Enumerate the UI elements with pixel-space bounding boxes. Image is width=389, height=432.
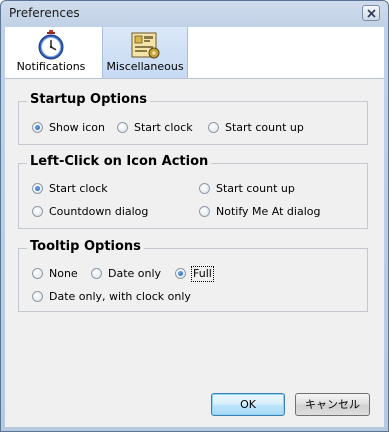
radio-label: Countdown dialog [49,205,149,218]
left-click-action-group: Left-Click on Icon Action Start clock St… [18,154,368,229]
radio-circle [199,183,210,194]
radio-label: Start count up [216,182,295,195]
tab-notifications-label: Notifications [16,60,86,73]
radio-circle [208,122,219,133]
radio-label: Show icon [49,121,105,134]
tab-miscellaneous-label: Miscellaneous [106,60,184,73]
preferences-window: Preferences Notifications Miscellaneous … [0,0,389,432]
radio-circle [199,206,210,217]
radio-circle [32,183,43,194]
radio-circle [32,268,43,279]
radio-label: Full [191,266,214,282]
ok-button[interactable]: OK [211,393,285,416]
radio-label: Notify Me At dialog [216,205,321,218]
tooltip-options-title: Tooltip Options [27,239,144,254]
radio-circle [32,291,43,302]
radio-circle [32,122,43,133]
tab-notifications[interactable]: Notifications [5,27,97,78]
radio-label: Date only, with clock only [49,290,191,303]
tab-miscellaneous[interactable]: Miscellaneous [102,27,188,78]
radio-circle [175,268,186,279]
radio-label: Start clock [49,182,108,195]
clock-icon [38,30,64,60]
dialog-client-area: Notifications Miscellaneous Startup Opti… [5,27,384,427]
radio-circle [91,268,102,279]
misc-settings-icon [131,32,160,59]
radio-label: None [49,267,78,280]
radio-label: Start count up [225,121,304,134]
preferences-toolbar: Notifications Miscellaneous [5,27,384,79]
radio-circle [32,206,43,217]
title-bar[interactable]: Preferences [1,1,388,27]
left-click-action-title: Left-Click on Icon Action [27,154,212,169]
startup-options-group: Startup Options Show icon Start clock St… [18,92,368,145]
close-button[interactable] [362,5,380,21]
cancel-button[interactable]: キャンセル [295,393,370,416]
close-icon [367,9,376,18]
radio-label: Start clock [134,121,193,134]
window-title: Preferences [9,6,80,20]
tooltip-options-group: Tooltip Options None Date only Full Date… [18,239,368,312]
radio-label: Date only [108,267,162,280]
radio-circle [117,122,128,133]
startup-options-title: Startup Options [27,92,151,107]
